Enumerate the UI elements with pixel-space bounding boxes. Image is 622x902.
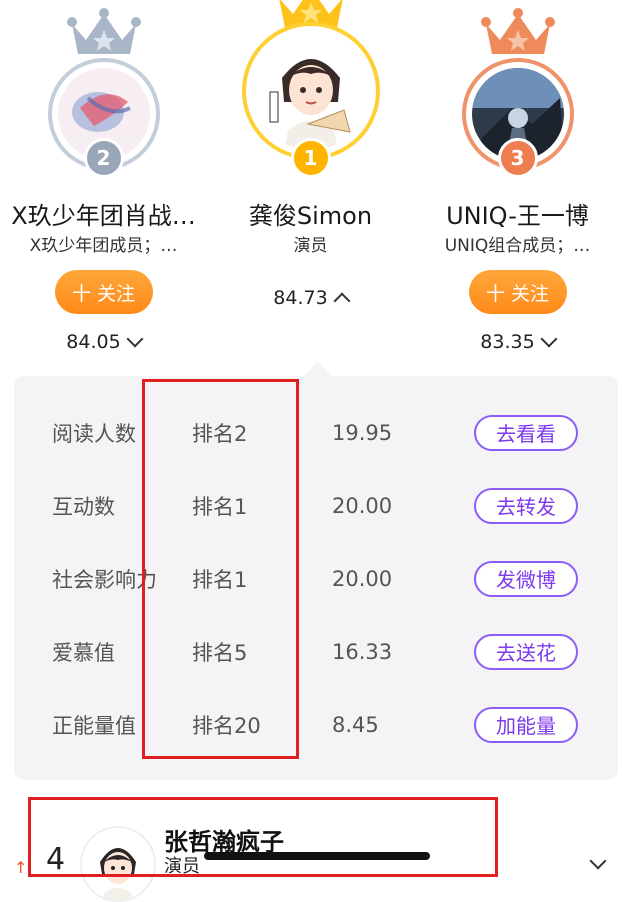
chevron-down-icon[interactable] xyxy=(589,852,607,871)
avatar[interactable] xyxy=(251,32,370,150)
entry-desc: 演员 xyxy=(293,236,328,256)
entry-name: X玖少年团肖战… xyxy=(11,202,196,230)
metric-label: 阅读人数 xyxy=(52,421,136,446)
metric-label: 正能量值 xyxy=(52,713,136,738)
entry-name: UNIQ-王一博 xyxy=(446,202,589,230)
post-weibo-button[interactable]: 发微博 xyxy=(474,560,578,597)
entry-name: 龚俊Simon xyxy=(248,202,373,230)
chevron-down-icon xyxy=(540,330,558,348)
score-value: 84.05 xyxy=(66,331,121,353)
score-toggle[interactable]: 83.35 xyxy=(414,330,621,353)
silver-crown-icon xyxy=(66,8,142,58)
podium-entry-3[interactable]: 3 UNIQ-王一博 UNIQ组合成员；… 十 关注 83.35 xyxy=(414,0,621,370)
detail-row: 阅读人数 排名2 19.95 去看看 xyxy=(14,396,618,469)
metric-score: 19.95 xyxy=(332,420,393,445)
view-button[interactable]: 去看看 xyxy=(474,414,578,451)
chevron-down-icon xyxy=(126,330,144,348)
detail-row: 爱慕值 排名5 16.33 去送花 xyxy=(14,615,618,688)
metric-label: 爱慕值 xyxy=(52,640,115,665)
podium-entry-1[interactable]: 1 龚俊Simon 演员 84.73 xyxy=(207,0,414,370)
repost-button[interactable]: 去转发 xyxy=(474,487,578,524)
rank-badge: 1 xyxy=(290,138,331,178)
bronze-crown-icon xyxy=(480,8,556,58)
add-energy-button[interactable]: 加能量 xyxy=(474,706,578,743)
entry-desc: UNIQ组合成员；… xyxy=(444,236,591,256)
chevron-up-icon xyxy=(333,292,351,310)
metric-score: 16.33 xyxy=(332,639,393,664)
score-toggle[interactable]: 84.05 xyxy=(0,330,207,353)
score-value: 83.35 xyxy=(480,331,535,353)
rank-badge: 2 xyxy=(83,138,124,178)
podium-entry-2[interactable]: 2 X玖少年团肖战… X玖少年团成员；… 十 关注 84.05 xyxy=(0,0,207,370)
highlight-box-rank-column xyxy=(142,379,299,759)
metric-score: 8.45 xyxy=(332,712,379,737)
metric-score: 20.00 xyxy=(332,493,393,518)
follow-button[interactable]: 十 关注 xyxy=(54,270,153,314)
follow-button[interactable]: 十 关注 xyxy=(468,270,567,314)
entry-desc: X玖少年团成员；… xyxy=(29,236,178,256)
score-value: 84.73 xyxy=(273,287,328,309)
metric-score: 20.00 xyxy=(332,566,393,591)
detail-row: 正能量值 排名20 8.45 加能量 xyxy=(14,688,618,761)
rank-badge: 3 xyxy=(497,138,538,178)
metric-label: 互动数 xyxy=(52,494,115,519)
detail-row: 互动数 排名1 20.00 去转发 xyxy=(14,469,618,542)
score-toggle[interactable]: 84.73 xyxy=(207,287,414,310)
send-flowers-button[interactable]: 去送花 xyxy=(474,633,578,670)
trend-up-icon: ↑ xyxy=(14,858,28,877)
score-detail-panel: 阅读人数 排名2 19.95 去看看 互动数 排名1 20.00 去转发 社会影… xyxy=(14,376,618,780)
highlight-box-list-item xyxy=(28,797,498,877)
detail-row: 社会影响力 排名1 20.00 发微博 xyxy=(14,542,618,615)
ranking-podium: 2 X玖少年团肖战… X玖少年团成员；… 十 关注 84.05 1 龚俊Simo… xyxy=(0,0,622,370)
panel-pointer xyxy=(304,362,332,376)
